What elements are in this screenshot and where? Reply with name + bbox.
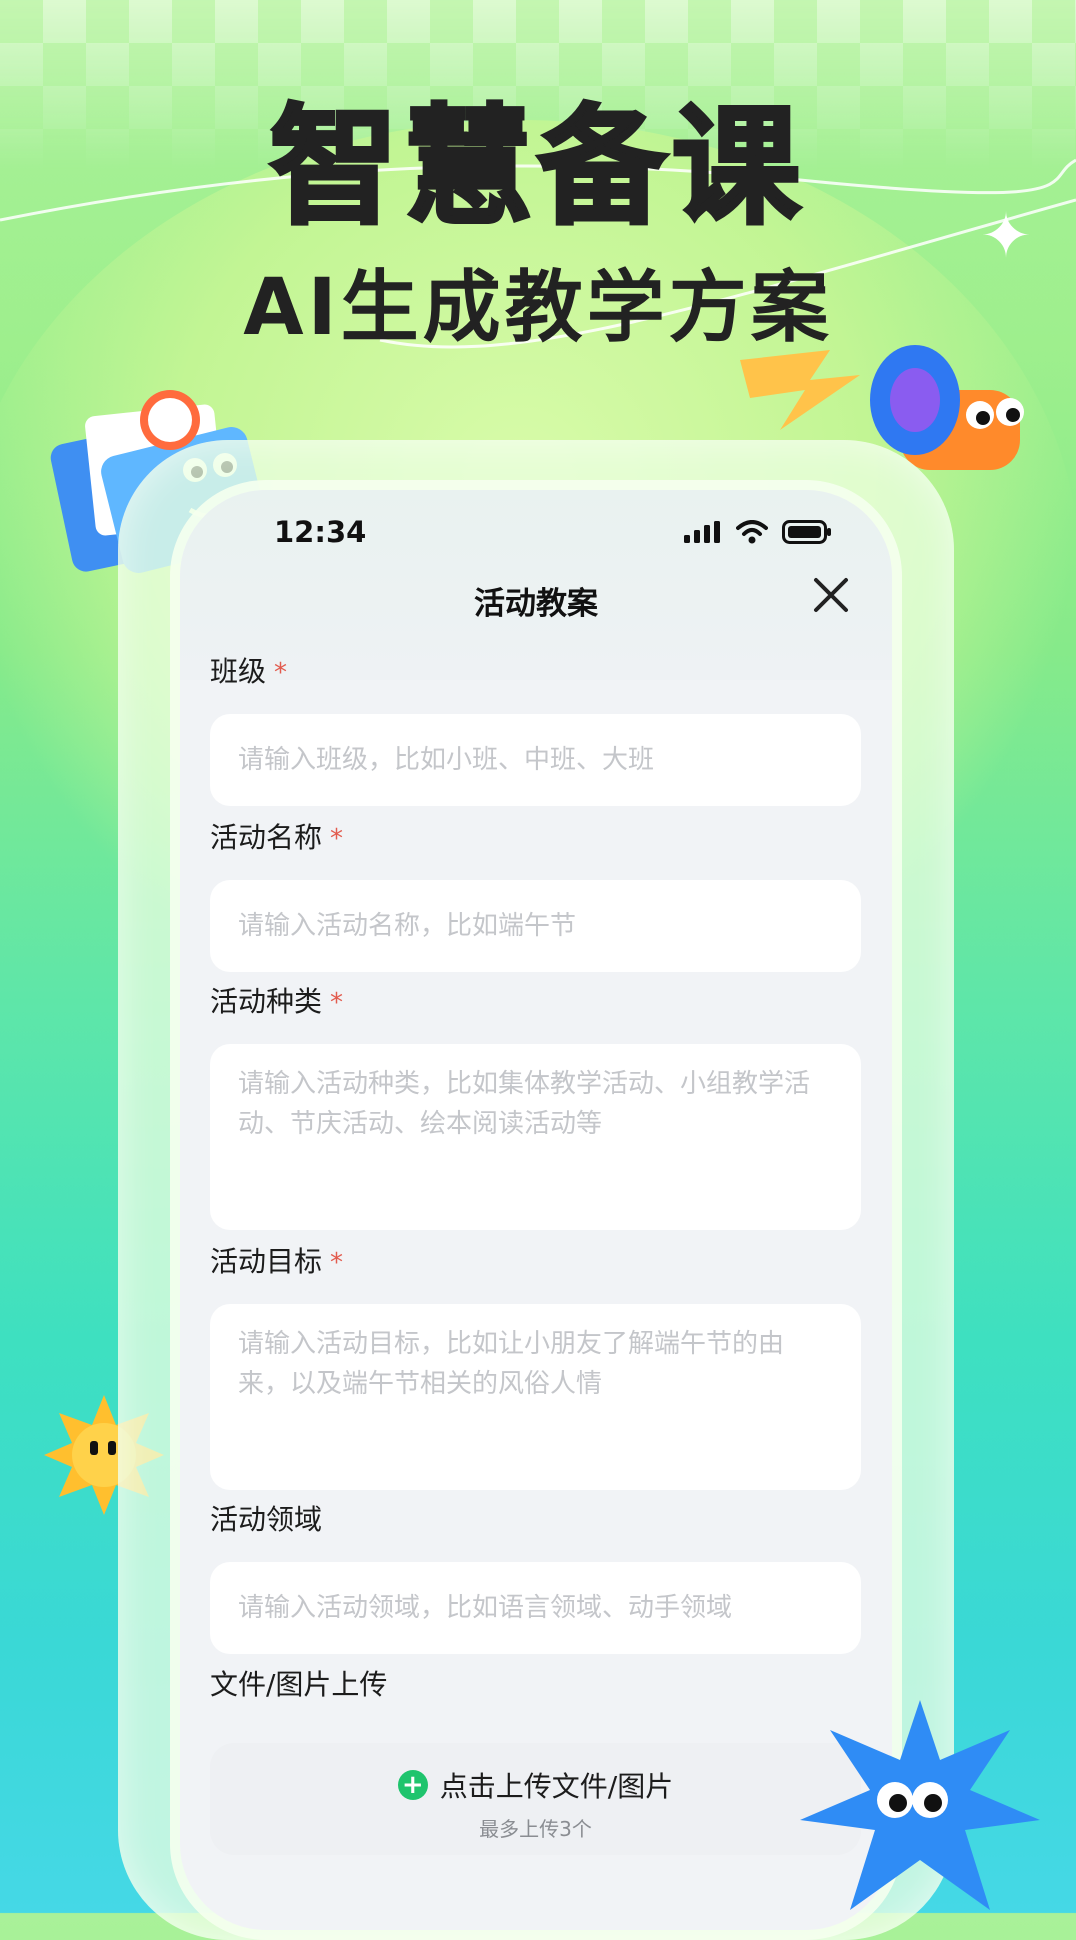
sparkle-icon: ✦ bbox=[980, 199, 1032, 272]
field-label: 活动名称 * bbox=[210, 818, 861, 858]
wifi-icon bbox=[736, 520, 768, 544]
required-mark: * bbox=[330, 824, 344, 854]
activity-goal-label: 活动目标 bbox=[210, 1245, 323, 1278]
close-icon[interactable] bbox=[810, 574, 852, 616]
activity-domain-input[interactable]: 请输入活动领域，比如语言领域、动手领域 bbox=[210, 1562, 861, 1654]
hero-title: 智慧备课 bbox=[268, 93, 806, 242]
activity-domain-field: 活动领域 请输入活动领域，比如语言领域、动手领域 bbox=[210, 1500, 861, 1654]
upload-limit-text: 最多上传3个 bbox=[479, 1817, 592, 1841]
required-mark: * bbox=[330, 1248, 344, 1278]
upload-button-text: 点击上传文件/图片 bbox=[439, 1770, 674, 1803]
class-field: 班级 * 请输入班级，比如小班、中班、大班 bbox=[210, 652, 861, 806]
required-mark: * bbox=[330, 988, 344, 1018]
activity-name-field: 活动名称 * 请输入活动名称，比如端午节 bbox=[210, 818, 861, 972]
status-icons bbox=[684, 520, 832, 544]
activity-domain-label: 活动领域 bbox=[210, 1503, 323, 1536]
plus-circle-icon: + bbox=[397, 1770, 428, 1800]
activity-goal-input[interactable]: 请输入活动目标，比如让小朋友了解端午节的由来，以及端午节相关的风俗人情 bbox=[210, 1304, 861, 1490]
upload-main: + 点击上传文件/图片 bbox=[210, 1743, 861, 1805]
signal-icon bbox=[684, 521, 720, 543]
activity-name-label: 活动名称 bbox=[210, 821, 323, 854]
upload-label: 文件/图片上传 bbox=[210, 1668, 388, 1701]
battery-icon bbox=[782, 520, 831, 544]
status-time: 12:34 bbox=[274, 515, 367, 549]
class-input[interactable]: 请输入班级，比如小班、中班、大班 bbox=[210, 714, 861, 806]
phone-screen: 12:34 活动教案 班级 * 请输入班级，比如小班、中班、大班 活动名称 * … bbox=[180, 490, 892, 1930]
star-mascot-icon bbox=[800, 1700, 1040, 1910]
field-label: 活动目标 * bbox=[210, 1242, 861, 1282]
class-label: 班级 bbox=[210, 655, 267, 688]
activity-type-field: 活动种类 * 请输入活动种类，比如集体教学活动、小组教学活动、节庆活动、绘本阅读活… bbox=[210, 982, 861, 1230]
activity-type-input[interactable]: 请输入活动种类，比如集体教学活动、小组教学活动、节庆活动、绘本阅读活动等 bbox=[210, 1044, 861, 1230]
activity-name-input[interactable]: 请输入活动名称，比如端午节 bbox=[210, 880, 861, 972]
field-label: 活动种类 * bbox=[210, 982, 861, 1022]
field-label: 活动领域 bbox=[210, 1500, 861, 1540]
activity-type-label: 活动种类 bbox=[210, 985, 323, 1018]
field-label: 班级 * bbox=[210, 652, 861, 692]
activity-goal-field: 活动目标 * 请输入活动目标，比如让小朋友了解端午节的由来，以及端午节相关的风俗人… bbox=[210, 1242, 861, 1490]
page-title: 活动教案 bbox=[474, 586, 598, 622]
required-mark: * bbox=[274, 658, 288, 688]
upload-button[interactable]: + 点击上传文件/图片 最多上传3个 bbox=[210, 1743, 861, 1855]
upload-field: 文件/图片上传 + 点击上传文件/图片 最多上传3个 bbox=[210, 1665, 861, 1855]
